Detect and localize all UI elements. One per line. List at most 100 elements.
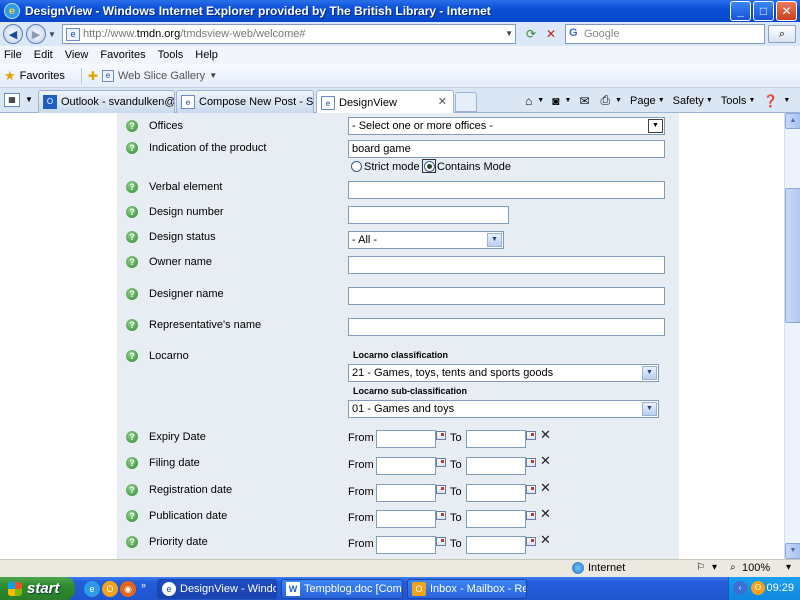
help-icon[interactable]: ? [126,231,138,243]
quicklaunch-ie-icon[interactable]: e [84,581,100,597]
zoom-level[interactable]: 100% [742,562,770,574]
locarno-subclassification-select[interactable]: 01 - Games and toys ▼ [348,400,659,418]
filing-to-input[interactable] [466,457,526,475]
taskbar-item-word[interactable]: W Tempblog.doc [Comp... [281,579,403,599]
forward-button[interactable]: ▶ [26,24,46,44]
chevron-down-icon[interactable]: ▾ [786,562,791,573]
help-button[interactable]: ❓ ▼ [763,94,790,108]
url-dropdown-icon[interactable]: ▼ [505,29,513,38]
menu-file[interactable]: File [4,49,22,61]
tab-designview[interactable]: e DesignView ✕ [316,90,454,114]
vertical-scrollbar[interactable]: ▲ ▼ [784,113,800,559]
clear-icon[interactable]: ✕ [540,506,551,522]
tab-list-dropdown-icon[interactable]: ▼ [23,93,35,107]
help-icon[interactable]: ? [126,319,138,331]
tab-compose-post[interactable]: e Compose New Post - Steve v... [176,90,314,113]
stop-icon[interactable]: ✕ [542,25,560,43]
owner-name-input[interactable] [348,256,665,274]
calendar-icon[interactable] [436,485,446,494]
strict-mode-radio[interactable] [351,161,362,172]
chevron-down-icon[interactable]: ▾ [712,562,717,573]
home-button[interactable]: ⌂ ▼ [525,94,544,108]
help-icon[interactable]: ? [126,431,138,443]
quick-tabs-icon[interactable]: ▦ [4,93,20,107]
scroll-up-button[interactable]: ▲ [785,113,800,129]
priority-to-input[interactable] [466,536,526,554]
tray-expand-icon[interactable]: ‹ [733,581,747,595]
design-status-select[interactable]: - All - ▼ [348,231,504,249]
publication-to-input[interactable] [466,510,526,528]
clear-icon[interactable]: ✕ [540,453,551,469]
tab-outlook[interactable]: O Outlook - svandulken@hotm... [38,90,175,113]
verbal-element-input[interactable] [348,181,665,199]
tools-menu[interactable]: Tools ▼ [721,95,756,107]
quicklaunch-outlook-icon[interactable]: O [102,581,118,597]
help-icon[interactable]: ? [126,142,138,154]
calendar-icon[interactable] [526,537,536,546]
help-icon[interactable]: ? [126,256,138,268]
minimize-button[interactable]: _ [730,1,751,21]
scroll-thumb[interactable] [785,188,800,323]
priority-from-input[interactable] [376,536,436,554]
tray-outlook-icon[interactable]: O [751,581,765,595]
clear-icon[interactable]: ✕ [540,532,551,548]
search-button[interactable]: ⌕ [768,25,796,43]
mail-button[interactable]: ✉ [579,94,592,108]
history-dropdown-icon[interactable]: ▼ [48,30,56,39]
favorites-star-icon[interactable]: ★ [4,68,16,84]
scroll-down-button[interactable]: ▼ [785,543,800,559]
print-button[interactable]: ⎙ ▼ [600,93,622,108]
back-button[interactable]: ◀ [3,24,23,44]
help-icon[interactable]: ? [126,181,138,193]
quicklaunch-firefox-icon[interactable]: ◉ [120,581,136,597]
calendar-icon[interactable] [436,511,446,520]
close-button[interactable]: ✕ [776,1,797,21]
zoom-icon[interactable]: ⌕ [730,562,736,573]
taskbar-item-designview[interactable]: e DesignView - Window... [157,579,277,599]
favorites-button[interactable]: Favorites [20,70,65,82]
calendar-icon[interactable] [436,458,446,467]
calendar-icon[interactable] [436,537,446,546]
chevron-down-icon[interactable]: ▼ [209,71,217,80]
refresh-icon[interactable]: ⟳ [522,25,540,43]
menu-help[interactable]: Help [195,49,218,61]
help-icon[interactable]: ? [126,484,138,496]
help-icon[interactable]: ? [126,288,138,300]
offices-select[interactable]: - Select one or more offices - ▼ [348,117,665,135]
calendar-icon[interactable] [526,458,536,467]
representative-name-input[interactable] [348,318,665,336]
help-icon[interactable]: ? [126,536,138,548]
start-button[interactable]: start [0,577,75,600]
add-favorite-icon[interactable]: ✚ [88,69,98,83]
maximize-button[interactable]: □ [753,1,774,21]
tab-close-icon[interactable]: ✕ [438,95,447,108]
expiry-from-input[interactable] [376,430,436,448]
feeds-button[interactable]: ◙ ▼ [552,94,571,108]
safety-menu[interactable]: Safety ▼ [673,95,713,107]
locarno-classification-select[interactable]: 21 - Games, toys, tents and sports goods… [348,364,659,382]
filing-from-input[interactable] [376,457,436,475]
clear-icon[interactable]: ✕ [540,427,551,443]
protected-mode-icon[interactable]: ⚐ [696,562,705,573]
calendar-icon[interactable] [526,511,536,520]
menu-edit[interactable]: Edit [34,49,53,61]
web-slice-gallery-link[interactable]: Web Slice Gallery [118,70,205,82]
contains-mode-radio[interactable] [424,161,435,172]
calendar-icon[interactable] [436,431,446,440]
help-icon[interactable]: ? [126,457,138,469]
registration-from-input[interactable] [376,484,436,502]
help-icon[interactable]: ? [126,120,138,132]
quicklaunch-overflow-icon[interactable]: » [141,580,146,590]
help-icon[interactable]: ? [126,510,138,522]
registration-to-input[interactable] [466,484,526,502]
clear-icon[interactable]: ✕ [540,480,551,496]
taskbar-item-outlook[interactable]: O Inbox - Mailbox - Res... [407,579,527,599]
designer-name-input[interactable] [348,287,665,305]
page-menu[interactable]: Page ▼ [630,95,665,107]
search-input[interactable]: G Google [565,24,765,44]
calendar-icon[interactable] [526,431,536,440]
menu-favorites[interactable]: Favorites [100,49,145,61]
calendar-icon[interactable] [526,485,536,494]
url-field[interactable]: e http://www. tmdn.org/tmdsview-web/welco… [62,24,516,44]
new-tab-button[interactable] [455,92,477,112]
